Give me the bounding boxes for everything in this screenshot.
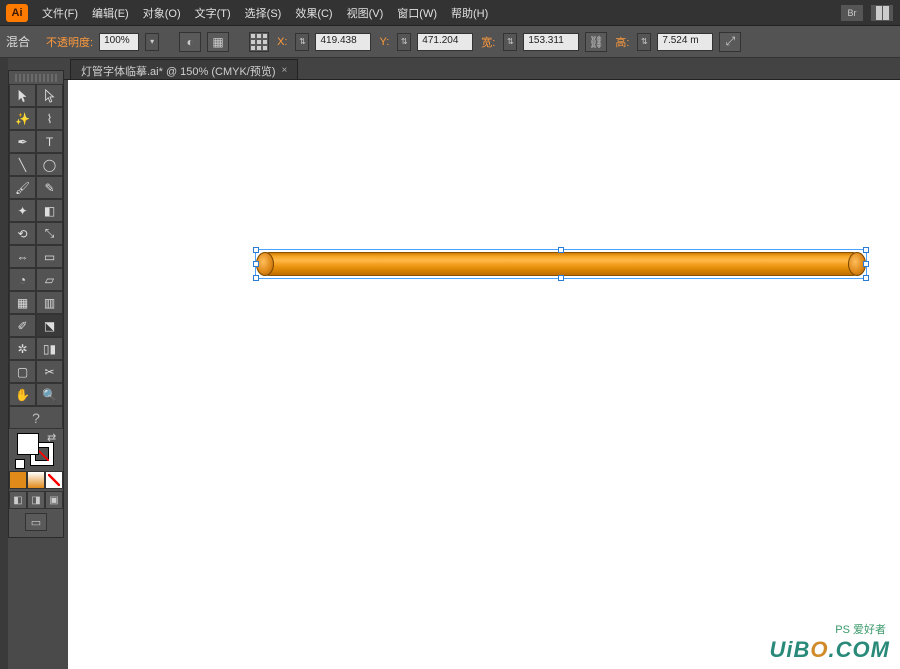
gradient-mode[interactable]: [27, 471, 45, 489]
w-label: 宽:: [481, 34, 495, 50]
gradient-tool[interactable]: ▥: [36, 291, 63, 314]
document-tab-title: 灯管字体临摹.ai* @ 150% (CMYK/预览): [81, 63, 276, 79]
blob-brush-tool[interactable]: ✦: [9, 199, 36, 222]
canvas[interactable]: PS 爱好者 UiBO.COM: [68, 80, 900, 669]
handle-br[interactable]: [863, 275, 869, 281]
menu-type[interactable]: 文字(T): [195, 5, 231, 21]
h-field[interactable]: 7.524 m: [657, 33, 713, 51]
handle-tl[interactable]: [253, 247, 259, 253]
tools-panel: ✨ ⌇ ✒ T ╲ ◯ 🖌 ✎ ✦ ◧ ⟲ ⤡ ⇔ ▭ ◔ ▱ ▦ ▥ ✐ ⬔ …: [8, 70, 64, 538]
pen-tool[interactable]: ✒: [9, 130, 36, 153]
arrange-docs-button[interactable]: [870, 4, 894, 22]
shape-builder-tool[interactable]: ◔: [9, 268, 36, 291]
y-stepper[interactable]: ⇅: [397, 33, 411, 51]
scale-tool[interactable]: ⤡: [36, 222, 63, 245]
eyedropper-tool[interactable]: ✐: [9, 314, 36, 337]
opacity-dropdown[interactable]: ▾: [145, 33, 159, 51]
lasso-tool[interactable]: ⌇: [36, 107, 63, 130]
default-colors-icon[interactable]: [15, 459, 25, 469]
menu-view[interactable]: 视图(V): [347, 5, 384, 21]
perspective-tool[interactable]: ▱: [36, 268, 63, 291]
direct-selection-tool[interactable]: [36, 84, 63, 107]
transform-options-icon[interactable]: ⤢: [719, 32, 741, 52]
menu-select[interactable]: 选择(S): [245, 5, 282, 21]
eraser-tool[interactable]: ◧: [36, 199, 63, 222]
x-label: X:: [277, 36, 287, 48]
graph-tool[interactable]: ▯▮: [36, 337, 63, 360]
screen-mode-button[interactable]: ▭: [25, 513, 47, 531]
watermark-pre: UiB: [770, 637, 811, 662]
paintbrush-tool[interactable]: 🖌: [9, 176, 36, 199]
blend-tool[interactable]: ⬔: [36, 314, 63, 337]
reference-point-icon[interactable]: [249, 32, 269, 52]
hand-tool[interactable]: ✋: [9, 383, 36, 406]
ellipse-tool[interactable]: ◯: [36, 153, 63, 176]
blend-label: 混合: [6, 33, 30, 50]
opacity-field[interactable]: 100%: [99, 33, 139, 51]
panel-dock-strip[interactable]: [0, 58, 8, 669]
watermark-small: PS 爱好者: [835, 621, 886, 637]
watermark-o: O: [810, 637, 828, 662]
handle-tr[interactable]: [863, 247, 869, 253]
y-label: Y:: [379, 36, 389, 48]
none-color-mode[interactable]: [45, 471, 63, 489]
zoom-tool[interactable]: 🔍: [36, 383, 63, 406]
selected-object[interactable]: [258, 252, 864, 276]
symbol-sprayer-tool[interactable]: ✲: [9, 337, 36, 360]
y-field[interactable]: 471.204: [417, 33, 473, 51]
color-modes: [9, 471, 63, 489]
fill-swatch[interactable]: [17, 433, 39, 455]
artboard-tool[interactable]: ▢: [9, 360, 36, 383]
draw-normal[interactable]: ◧: [9, 491, 27, 509]
pencil-tool[interactable]: ✎: [36, 176, 63, 199]
tube-shape[interactable]: [258, 252, 864, 276]
transparency-icon[interactable]: ▦: [207, 32, 229, 52]
slice-tool[interactable]: ✂: [36, 360, 63, 383]
color-swatches[interactable]: ⇄: [13, 431, 59, 469]
w-stepper[interactable]: ⇅: [503, 33, 517, 51]
menu-edit[interactable]: 编辑(E): [92, 5, 129, 21]
mesh-tool[interactable]: ▦: [9, 291, 36, 314]
menu-bar: Ai 文件(F) 编辑(E) 对象(O) 文字(T) 选择(S) 效果(C) 视…: [0, 0, 900, 26]
panel-grip[interactable]: [15, 74, 57, 82]
menu-file[interactable]: 文件(F): [42, 5, 78, 21]
document-tab[interactable]: 灯管字体临摹.ai* @ 150% (CMYK/预览) ×: [70, 59, 298, 79]
swap-colors-icon[interactable]: ⇄: [47, 431, 57, 441]
draw-inside[interactable]: ▣: [45, 491, 63, 509]
menu-effect[interactable]: 效果(C): [295, 5, 332, 21]
x-field[interactable]: 419.438: [315, 33, 371, 51]
app-logo[interactable]: Ai: [6, 4, 28, 22]
document-tab-row: 灯管字体临摹.ai* @ 150% (CMYK/预览) ×: [0, 58, 900, 80]
handle-bl[interactable]: [253, 275, 259, 281]
menu-object[interactable]: 对象(O): [143, 5, 181, 21]
watermark-main: UiBO.COM: [770, 637, 890, 663]
close-tab-icon[interactable]: ×: [282, 65, 288, 76]
recolor-icon[interactable]: ◐: [179, 32, 201, 52]
menu-help[interactable]: 帮助(H): [451, 5, 488, 21]
opacity-label: 不透明度:: [46, 34, 93, 50]
draw-modes: ◧ ◨ ▣: [9, 491, 63, 509]
solid-color-mode[interactable]: [9, 471, 27, 489]
h-stepper[interactable]: ⇅: [637, 33, 651, 51]
options-bar: 混合 不透明度: 100% ▾ ◐ ▦ X: ⇅ 419.438 Y: ⇅ 47…: [0, 26, 900, 58]
bridge-button[interactable]: Br: [840, 4, 864, 22]
draw-behind[interactable]: ◨: [27, 491, 45, 509]
x-stepper[interactable]: ⇅: [295, 33, 309, 51]
magic-wand-tool[interactable]: ✨: [9, 107, 36, 130]
rotate-tool[interactable]: ⟲: [9, 222, 36, 245]
w-field[interactable]: 153.311: [523, 33, 579, 51]
width-tool[interactable]: ⇔: [9, 245, 36, 268]
menu-window[interactable]: 窗口(W): [397, 5, 437, 21]
tube-cap-left: [256, 252, 274, 276]
screen-modes: ▭: [9, 513, 63, 531]
line-tool[interactable]: ╲: [9, 153, 36, 176]
selection-tool[interactable]: [9, 84, 36, 107]
type-tool[interactable]: T: [36, 130, 63, 153]
h-label: 高:: [615, 34, 629, 50]
tool-help[interactable]: ?: [9, 406, 63, 429]
tube-cap-right: [848, 252, 866, 276]
watermark-post: .COM: [829, 637, 890, 662]
free-transform-tool[interactable]: ▭: [36, 245, 63, 268]
constrain-proportions-icon[interactable]: ⛓: [585, 32, 607, 52]
